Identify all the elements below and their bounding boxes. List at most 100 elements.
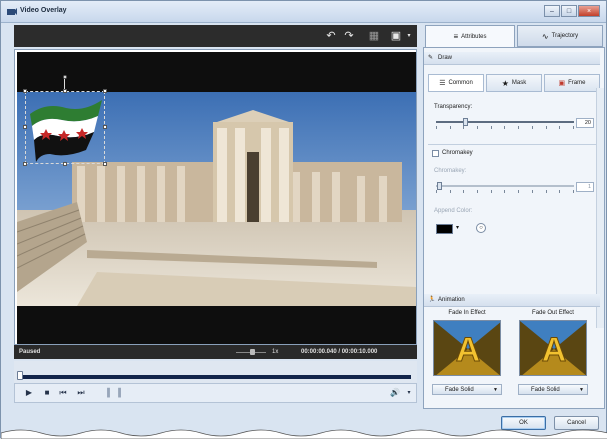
app-icon	[7, 8, 17, 15]
animation-icon: 🏃	[428, 297, 436, 303]
subtab-common-label: Common	[448, 80, 473, 86]
resize-handle-br[interactable]	[103, 162, 107, 166]
letterbox-top	[17, 52, 416, 92]
draw-section-header[interactable]: ✎ Draw	[424, 52, 600, 65]
divider	[428, 144, 598, 145]
fade-in-preview[interactable]: A	[433, 320, 501, 376]
stop-icon[interactable]: ■	[41, 387, 53, 399]
resize-handle-l[interactable]	[23, 125, 27, 129]
attributes-icon: ≡	[453, 32, 459, 41]
fade-in-label: Fade In Effect	[448, 310, 486, 316]
video-canvas[interactable]	[17, 52, 416, 344]
minimize-button[interactable]: –	[544, 5, 560, 17]
brush-icon: ✎	[428, 55, 434, 61]
transport-controls: ▶ ■ ⏮ ⏭ ▐ ▌ 🔊 ▾	[14, 383, 417, 403]
svg-text:A: A	[456, 331, 481, 369]
timecode: 00:00:00.040 / 00:00:10.000	[301, 349, 378, 355]
playhead[interactable]	[17, 371, 23, 380]
preview-toolbar: ↶ ↷ ▦ ▣ ▾	[14, 25, 417, 47]
tab-trajectory-label: Trajectory	[551, 33, 579, 39]
chromakey-checkbox[interactable]	[432, 150, 439, 157]
subtab-common[interactable]: ☰ Common	[428, 74, 484, 92]
title-bar: Video Overlay – □ ×	[1, 1, 606, 23]
chromakey-value[interactable]: 1	[576, 182, 594, 192]
append-color-swatch[interactable]	[436, 224, 453, 234]
resize-handle-r[interactable]	[103, 125, 107, 129]
next-frame-icon[interactable]: ⏭	[75, 387, 87, 399]
volume-icon[interactable]: 🔊	[387, 387, 403, 399]
maximize-button[interactable]: □	[561, 5, 577, 17]
window-title: Video Overlay	[20, 7, 67, 14]
rotate-line	[64, 78, 65, 89]
timeline	[14, 361, 417, 383]
transparency-label: Transparency:	[434, 104, 473, 110]
append-color-label: Append Color:	[434, 208, 473, 214]
playback-status: Paused	[19, 349, 41, 355]
panel-scrollbar[interactable]	[596, 88, 604, 328]
grid-icon[interactable]: ▦	[367, 29, 381, 43]
trajectory-icon: ∿	[541, 31, 549, 41]
speed-slider-knob[interactable]	[250, 349, 255, 355]
subtab-mask[interactable]: ★ Mask	[486, 74, 542, 92]
transparency-value[interactable]: 20	[576, 118, 594, 128]
properties-tabs: ≡ Attributes ∿ Trajectory	[425, 25, 603, 47]
overlay-selection[interactable]	[23, 75, 107, 166]
resize-handle-tl[interactable]	[23, 89, 27, 93]
transparency-slider[interactable]	[436, 118, 574, 129]
video-overlay-window: Video Overlay – □ × ↶ ↷ ▦ ▣ ▾ Paused 1x …	[0, 0, 607, 439]
chromakey-slider-knob[interactable]	[437, 182, 442, 190]
chromakey-slider[interactable]	[436, 182, 574, 193]
flag-image	[30, 100, 102, 162]
chevron-down-icon: ▼	[579, 387, 584, 393]
svg-text:A: A	[542, 331, 567, 369]
playback-speed: 1x	[272, 349, 279, 355]
tab-attributes-label: Attributes	[461, 33, 487, 40]
timeline-track[interactable]	[18, 375, 411, 379]
attributes-panel: ✎ Draw ☰ Common ★ Mask ▣ Frame Transpare…	[423, 47, 605, 409]
resize-handle-b[interactable]	[63, 162, 67, 166]
chevron-down-icon: ▼	[493, 387, 498, 393]
fade-out-preview[interactable]: A	[519, 320, 587, 376]
preview-status-bar: Paused 1x 00:00:00.040 / 00:00:10.000	[14, 345, 417, 359]
redo-icon[interactable]: ↷	[342, 29, 356, 43]
subtab-frame[interactable]: ▣ Frame	[544, 74, 600, 92]
volume-dropdown-icon[interactable]: ▾	[403, 387, 415, 399]
mark-in-icon[interactable]: ▐	[101, 387, 113, 399]
transparency-slider-knob[interactable]	[463, 118, 468, 126]
screen-icon[interactable]: ▣	[389, 29, 403, 43]
fade-in-dropdown[interactable]: Fade Solid ▼	[432, 384, 502, 395]
animation-header-label: Animation	[438, 297, 465, 303]
rotate-handle[interactable]	[63, 75, 67, 79]
subtab-mask-label: Mask	[511, 80, 527, 86]
chromakey-label: Chromakey:	[434, 168, 467, 174]
resize-handle-tr[interactable]	[103, 89, 107, 93]
close-button[interactable]: ×	[578, 5, 600, 17]
undo-icon[interactable]: ↶	[324, 29, 338, 43]
tab-attributes[interactable]: ≡ Attributes	[425, 25, 515, 47]
fade-in-value: Fade Solid	[445, 387, 474, 393]
prev-frame-icon[interactable]: ⏮	[57, 387, 69, 399]
mask-icon: ★	[501, 78, 509, 88]
tab-trajectory[interactable]: ∿ Trajectory	[517, 25, 603, 47]
screen-dropdown-icon[interactable]: ▾	[402, 29, 416, 43]
eyedropper-icon[interactable]: ○	[476, 223, 486, 233]
fade-out-value: Fade Solid	[531, 387, 560, 393]
draw-subtabs: ☰ Common ★ Mask ▣ Frame	[428, 74, 600, 92]
window-controls: – □ ×	[544, 5, 600, 17]
frame-icon: ▣	[558, 80, 566, 87]
letterbox-bottom	[17, 306, 416, 344]
resize-handle-t[interactable]	[63, 89, 67, 93]
subtab-frame-label: Frame	[568, 80, 586, 86]
color-dropdown-icon[interactable]: ▾	[456, 224, 459, 231]
video-preview	[14, 49, 417, 345]
chromakey-check-label: Chromakey	[442, 150, 473, 156]
torn-edge	[1, 429, 607, 439]
play-icon[interactable]: ▶	[23, 387, 35, 399]
animation-section-header[interactable]: 🏃 Animation	[424, 294, 600, 307]
mark-out-icon[interactable]: ▌	[115, 387, 127, 399]
common-icon: ☰	[439, 80, 446, 87]
fade-out-dropdown[interactable]: Fade Solid ▼	[518, 384, 588, 395]
resize-handle-bl[interactable]	[23, 162, 27, 166]
draw-header-label: Draw	[438, 55, 453, 61]
fade-out-label: Fade Out Effect	[532, 310, 574, 316]
